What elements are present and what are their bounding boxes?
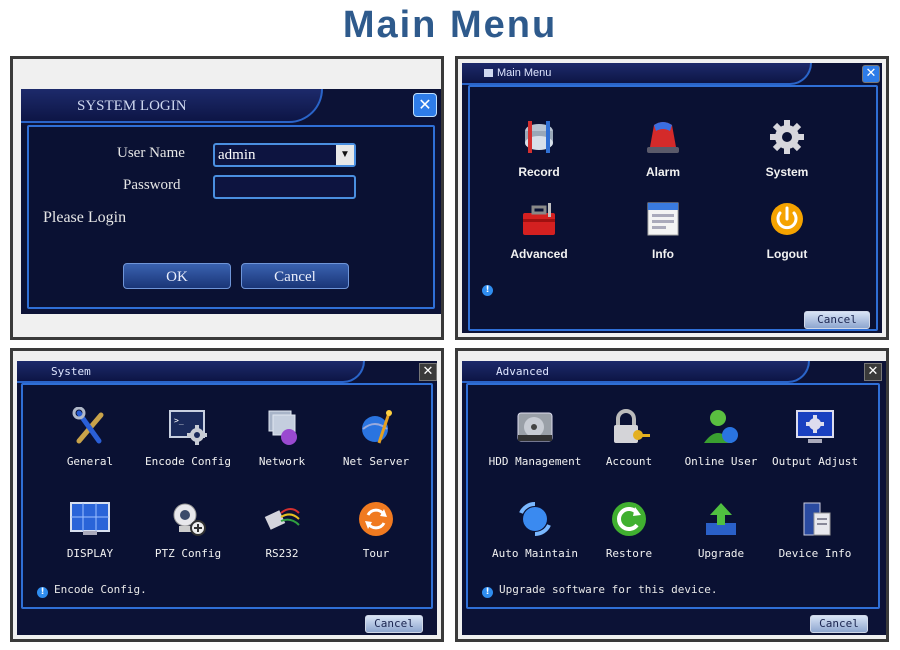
info-icon: ! (37, 587, 48, 598)
info-icon: ! (482, 285, 493, 296)
tools-icon (72, 406, 104, 444)
svg-text:>_: >_ (174, 416, 184, 425)
advanced-item-device-info[interactable]: Device Info (760, 499, 870, 560)
gear-icon (770, 120, 804, 154)
menu-item-label: System (765, 165, 809, 179)
system-item-label: General (66, 455, 114, 468)
chevron-down-icon[interactable]: ▼ (336, 145, 354, 165)
encode-config-icon: >_ (169, 410, 207, 445)
power-icon (771, 203, 803, 235)
system-dialog: System ✕ General >_ Encode Config Networ… (17, 361, 437, 635)
menu-item-system[interactable]: System (732, 117, 842, 179)
login-prompt: Please Login (43, 209, 127, 226)
login-body: User Name admin ▼ Password Please Login … (27, 125, 435, 309)
alarm-icon (647, 122, 679, 153)
system-item-label: DISPLAY (66, 547, 114, 560)
main-menu-dialog: Main Menu ✕ Record Alarm System Advanced… (462, 63, 882, 333)
tour-refresh-icon (359, 502, 393, 536)
main-menu-body: Record Alarm System Advanced Info Logout… (468, 85, 878, 331)
username-select[interactable]: admin ▼ (213, 143, 356, 167)
menu-item-logout[interactable]: Logout (732, 199, 842, 261)
menu-item-label: Alarm (645, 165, 680, 179)
net-server-icon (362, 410, 392, 444)
system-status-text: Encode Config. (54, 583, 147, 596)
close-icon: ✕ (865, 66, 877, 81)
system-panel: System ✕ General >_ Encode Config Networ… (10, 348, 444, 642)
advanced-panel: Advanced ✕ HDD Management Account Online… (455, 348, 889, 642)
hdd-icon (517, 412, 553, 442)
menu-item-alarm[interactable]: Alarm (608, 117, 718, 179)
advanced-status-text: Upgrade software for this device. (499, 583, 718, 596)
advanced-close-button[interactable]: ✕ (864, 363, 882, 381)
auto-maintain-icon (519, 501, 551, 537)
menu-item-label: Advanced (510, 247, 568, 261)
main-menu-title-tab: Main Menu (462, 63, 812, 85)
page-title: Main Menu (342, 4, 558, 46)
ptz-camera-icon (173, 503, 206, 536)
main-menu-title: Main Menu (497, 67, 552, 79)
advanced-body: HDD Management Account Online User Outpu… (466, 383, 880, 609)
login-cancel-button[interactable]: Cancel (241, 263, 349, 289)
menu-item-record[interactable]: Record (484, 117, 594, 179)
main-menu-cancel-button[interactable]: Cancel (804, 311, 870, 329)
info-icon: ! (482, 587, 493, 598)
toolbox-icon (523, 203, 555, 235)
menu-item-label: Logout (766, 247, 808, 261)
login-title: SYSTEM LOGIN (77, 98, 187, 114)
upgrade-icon (706, 503, 736, 535)
output-adjust-icon (796, 410, 834, 443)
login-panel: SYSTEM LOGIN ✕ User Name admin ▼ Passwor… (10, 56, 444, 340)
system-item-display[interactable]: DISPLAY (35, 499, 145, 560)
login-close-button[interactable]: ✕ (413, 93, 437, 117)
advanced-item-label: Output Adjust (771, 455, 859, 468)
system-body: General >_ Encode Config Network Net Ser… (21, 383, 433, 609)
login-dialog: SYSTEM LOGIN ✕ User Name admin ▼ Passwor… (21, 89, 441, 314)
menu-item-info[interactable]: Info (608, 199, 718, 261)
system-cancel-button[interactable]: Cancel (365, 615, 423, 633)
close-icon: ✕ (867, 364, 879, 379)
advanced-status-hint: ! Upgrade software for this device. (482, 583, 718, 598)
close-icon: ✕ (422, 364, 434, 379)
system-title: System (51, 365, 91, 378)
advanced-item-output-adjust[interactable]: Output Adjust (760, 407, 870, 468)
advanced-item-label: Device Info (778, 547, 852, 560)
ok-button[interactable]: OK (123, 263, 231, 289)
system-status-hint: ! Encode Config. (37, 583, 147, 598)
password-field[interactable] (213, 175, 356, 199)
advanced-title-tab: Advanced (462, 361, 810, 383)
display-icon (70, 502, 110, 535)
lock-key-icon (614, 409, 650, 443)
close-icon: ✕ (418, 95, 432, 114)
rs232-cable-icon (264, 508, 300, 530)
menu-item-label: Info (652, 247, 674, 261)
menu-item-advanced[interactable]: Advanced (484, 199, 594, 261)
password-label: Password (123, 177, 181, 193)
main-menu-panel: Main Menu ✕ Record Alarm System Advanced… (455, 56, 889, 340)
username-label: User Name (117, 145, 185, 161)
system-item-label: Net Server (342, 455, 410, 468)
restore-icon (612, 502, 646, 536)
system-item-tour[interactable]: Tour (321, 499, 431, 560)
record-icon (525, 121, 553, 153)
menu-window-icon (484, 69, 493, 77)
online-user-icon (704, 410, 738, 443)
advanced-cancel-button[interactable]: Cancel (810, 615, 868, 633)
advanced-dialog: Advanced ✕ HDD Management Account Online… (462, 361, 886, 635)
login-title-tab: SYSTEM LOGIN (21, 89, 323, 123)
system-item-general[interactable]: General (35, 406, 145, 468)
advanced-title: Advanced (496, 365, 549, 378)
system-item-label: Tour (362, 547, 390, 560)
system-item-net-server[interactable]: Net Server (321, 407, 431, 468)
username-value: admin (218, 147, 256, 163)
network-icon (268, 410, 297, 445)
system-title-tab: System (17, 361, 365, 383)
device-info-icon (803, 502, 831, 536)
system-close-button[interactable]: ✕ (419, 363, 437, 381)
main-menu-close-button[interactable]: ✕ (862, 65, 880, 83)
menu-item-label: Record (518, 165, 560, 179)
info-window-icon (647, 202, 679, 236)
